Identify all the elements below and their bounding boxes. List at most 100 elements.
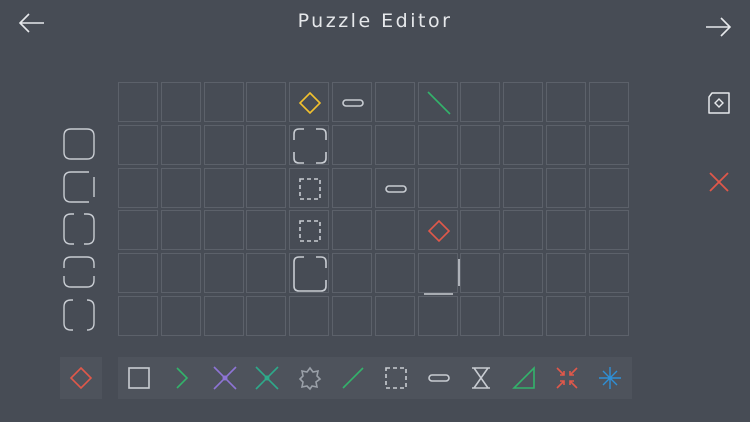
forward-button[interactable]: [702, 12, 736, 42]
row-tile-gap-right-icon[interactable]: [62, 170, 96, 204]
grid-cell[interactable]: [160, 82, 201, 122]
grid-cell[interactable]: [246, 124, 287, 165]
grid-cell[interactable]: [289, 82, 330, 122]
grid-cell[interactable]: [118, 124, 158, 165]
palette-tool[interactable]: [246, 357, 288, 399]
grid-cell[interactable]: [417, 210, 458, 251]
grid-cell[interactable]: [503, 124, 544, 165]
grid-cell[interactable]: [289, 124, 330, 165]
grid-cell[interactable]: [503, 210, 544, 251]
grid-cell[interactable]: [374, 253, 415, 294]
grid-cell[interactable]: [374, 82, 415, 122]
palette-tool[interactable]: [418, 357, 460, 399]
grid-cell[interactable]: [289, 210, 330, 251]
grid-cell[interactable]: [417, 296, 458, 336]
grid-cell[interactable]: [289, 167, 330, 208]
grid-cell[interactable]: [374, 296, 415, 336]
pill-icon: [384, 184, 407, 193]
grid-cell[interactable]: [460, 167, 501, 208]
grid-cell[interactable]: [246, 167, 287, 208]
grid-cell[interactable]: [118, 82, 158, 122]
grid-cell[interactable]: [203, 253, 244, 294]
grid-cell[interactable]: [246, 210, 287, 251]
grid-cell[interactable]: [203, 296, 244, 336]
grid-cell[interactable]: [503, 167, 544, 208]
grid-cell[interactable]: [203, 124, 244, 165]
grid-cell[interactable]: [332, 124, 372, 165]
grid-cell[interactable]: [546, 82, 586, 122]
chevron-right-icon: [176, 367, 188, 389]
grid-cell[interactable]: [332, 296, 372, 336]
grid-cell[interactable]: [460, 253, 501, 294]
grid-cell[interactable]: [203, 82, 244, 122]
grid-cell[interactable]: [203, 210, 244, 251]
grid-cell[interactable]: [588, 124, 629, 165]
grid-cell[interactable]: [417, 82, 458, 122]
grid-cell[interactable]: [460, 124, 501, 165]
row-tile-gap-wide-icon[interactable]: [62, 298, 96, 332]
row-tile-full-icon[interactable]: [62, 127, 96, 161]
grid-cell[interactable]: [588, 210, 629, 251]
grid-cell[interactable]: [118, 167, 158, 208]
grid-cell[interactable]: [374, 124, 415, 165]
row-tile-gap-mid-icon[interactable]: [62, 255, 96, 289]
grid-cell[interactable]: [289, 296, 330, 336]
tool-palette: [118, 357, 632, 399]
palette-tool[interactable]: [204, 357, 246, 399]
grid-cell[interactable]: [246, 296, 287, 336]
palette-tool[interactable]: [375, 357, 417, 399]
grid-cell[interactable]: [417, 167, 458, 208]
row-tile-gap-both-icon[interactable]: [62, 212, 96, 246]
palette-tool[interactable]: [289, 357, 331, 399]
grid-cell[interactable]: [546, 253, 586, 294]
grid-cell[interactable]: [503, 296, 544, 336]
pill-icon: [427, 374, 450, 382]
close-icon: [709, 172, 729, 192]
sparkle-icon: [598, 367, 621, 389]
palette-tool[interactable]: [460, 357, 502, 399]
grid-cell[interactable]: [417, 124, 458, 165]
grid-cell[interactable]: [417, 253, 460, 295]
palette-tool[interactable]: [589, 357, 631, 399]
grid-cell[interactable]: [546, 210, 586, 251]
grid-cell[interactable]: [588, 296, 629, 336]
grid-cell[interactable]: [246, 253, 287, 294]
palette-tool[interactable]: [161, 357, 203, 399]
grid-cell[interactable]: [460, 210, 501, 251]
grid-cell[interactable]: [546, 124, 586, 165]
grid-cell[interactable]: [160, 167, 201, 208]
grid-cell[interactable]: [118, 210, 158, 251]
delete-button[interactable]: [704, 167, 734, 197]
grid-cell[interactable]: [588, 82, 629, 122]
grid-cell[interactable]: [160, 124, 201, 165]
grid-cell[interactable]: [246, 82, 287, 122]
grid-cell[interactable]: [118, 296, 158, 336]
grid-cell[interactable]: [546, 296, 586, 336]
grid-cell[interactable]: [332, 82, 372, 122]
grid-cell[interactable]: [332, 167, 372, 208]
grid-cell[interactable]: [588, 167, 629, 208]
grid-cell[interactable]: [160, 253, 201, 294]
grid-cell[interactable]: [460, 296, 501, 336]
grid-cell[interactable]: [546, 167, 586, 208]
shrink-arrows-icon: [556, 367, 578, 389]
grid-cell[interactable]: [203, 167, 244, 208]
grid-cell[interactable]: [289, 253, 330, 294]
grid-cell[interactable]: [160, 210, 201, 251]
palette-tool[interactable]: [118, 357, 160, 399]
grid-cell[interactable]: [374, 210, 415, 251]
grid-cell[interactable]: [588, 253, 629, 294]
grid-cell[interactable]: [332, 210, 372, 251]
grid-cell[interactable]: [460, 82, 501, 122]
palette-tool[interactable]: [546, 357, 588, 399]
grid-cell[interactable]: [503, 253, 544, 294]
palette-tool[interactable]: [503, 357, 545, 399]
grid-cell[interactable]: [332, 253, 372, 294]
grid-cell[interactable]: [118, 253, 158, 294]
grid-cell[interactable]: [160, 296, 201, 336]
selected-tool[interactable]: [60, 357, 102, 399]
grid-cell[interactable]: [374, 167, 415, 208]
tag-button[interactable]: [704, 88, 734, 118]
grid-cell[interactable]: [503, 82, 544, 122]
palette-tool[interactable]: [332, 357, 374, 399]
